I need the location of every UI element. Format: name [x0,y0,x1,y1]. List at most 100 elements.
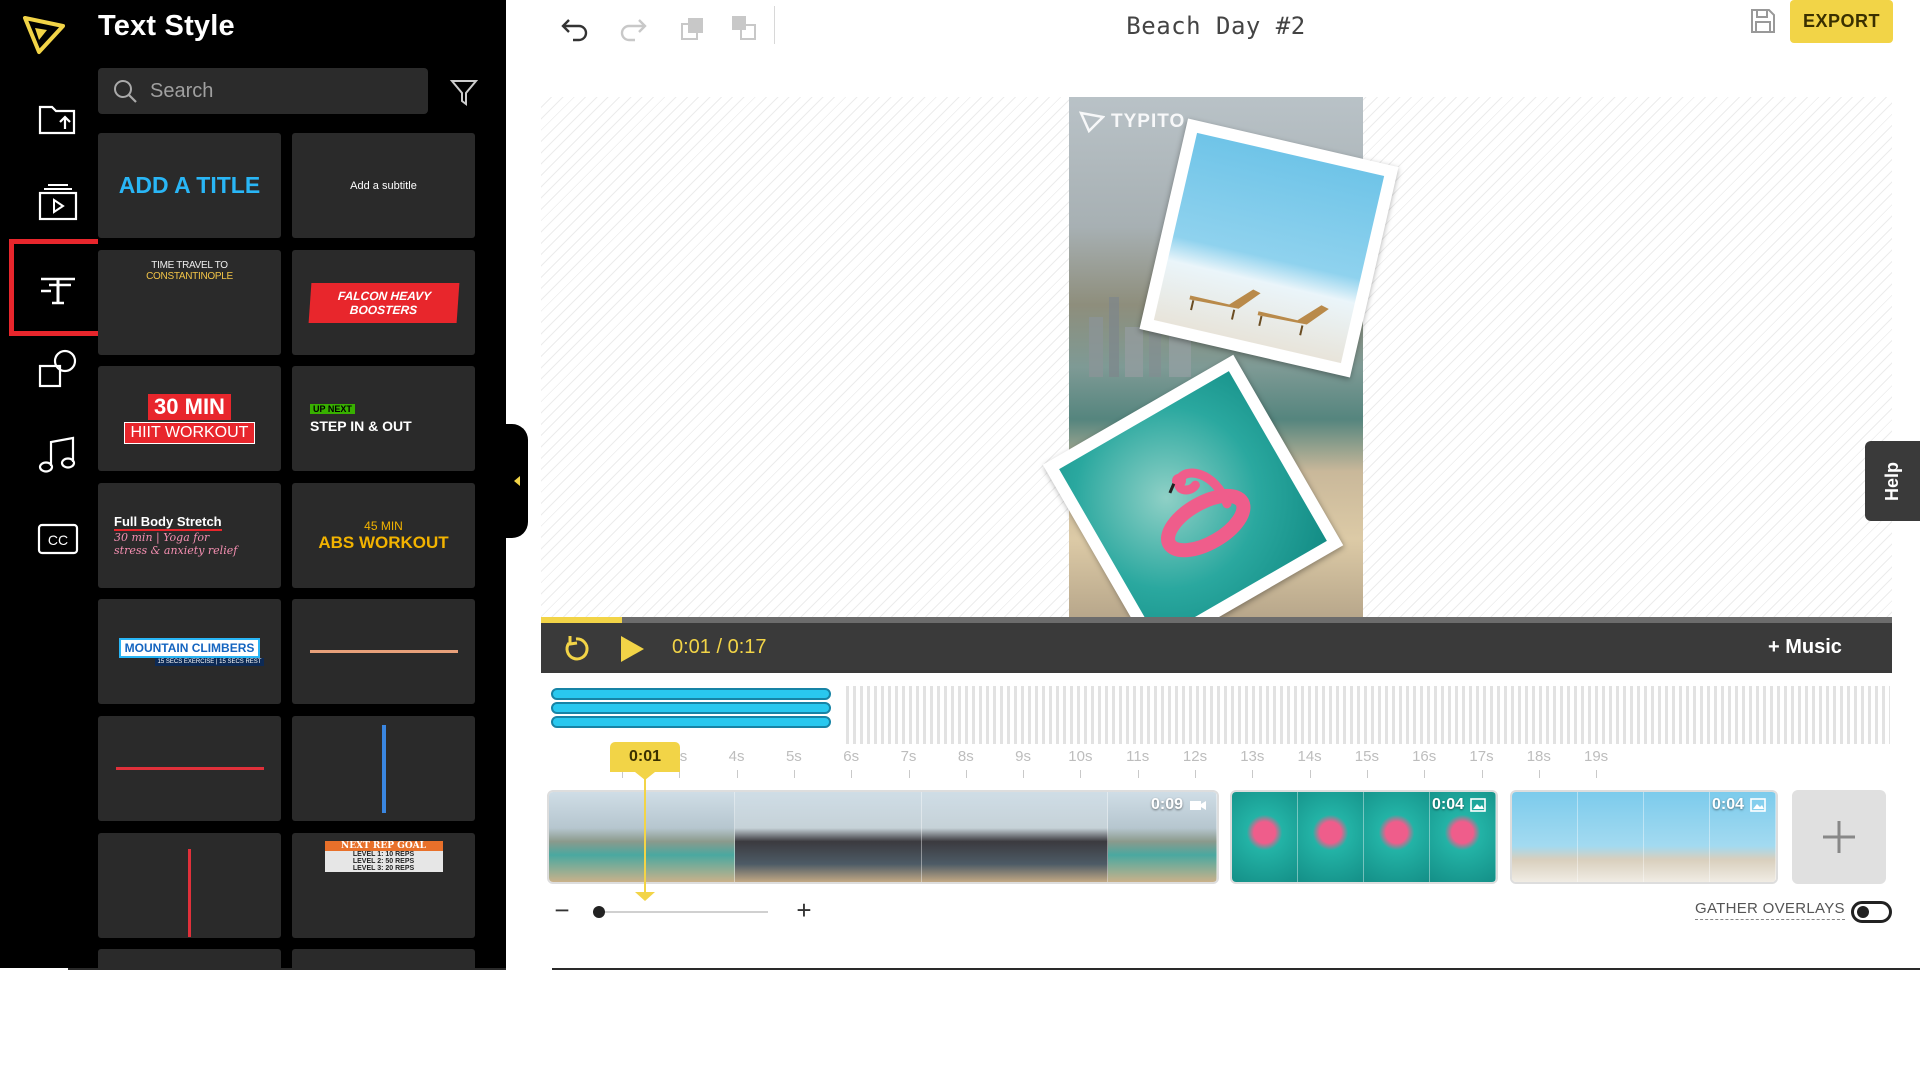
closed-captions-icon: CC [37,523,79,555]
clip-thumbnail [1512,792,1578,882]
tile-text: stress & anxiety relief [114,544,238,557]
ruler-tick-mark [793,770,795,778]
text-style-tile-more[interactable] [98,949,281,968]
ruler-tick-mark [1424,770,1426,778]
zoom-in-button[interactable]: + [794,897,814,923]
text-style-tile-up-next[interactable]: UP NEXT STEP IN & OUT [292,366,475,471]
toolbar-divider [774,6,775,44]
clip-duration-text: 0:04 [1431,796,1464,813]
ruler-tick-mark [1023,770,1025,778]
tile-text: ABS WORKOUT [318,532,449,552]
replay-button[interactable] [556,629,596,669]
search-box[interactable] [98,68,428,114]
project-title[interactable]: Beach Day #2 [1000,12,1432,40]
search-icon [114,80,137,103]
gather-overlays-toggle[interactable] [1851,901,1892,923]
text-style-tile-line-red-vertical[interactable] [98,833,281,938]
help-tab[interactable]: Help [1865,441,1920,521]
play-button[interactable] [612,629,652,669]
text-style-tile-line-red[interactable] [98,716,281,821]
sidebar-item-text[interactable] [9,239,107,336]
clip-image-loungers[interactable]: 0:04 [1510,790,1778,884]
tile-text: BOOSTERS [348,302,418,317]
text-style-tile-abs[interactable]: 45 MIN ABS WORKOUT [292,483,475,588]
redo-icon [620,19,647,42]
ruler-tick-label: 7s [900,748,917,765]
text-style-tile-rep-goal[interactable]: NEXT REP GOAL LEVEL 1: 10 REPS LEVEL 2: … [292,833,475,938]
ruler-tick-mark [1137,770,1139,778]
add-music-button[interactable]: + Music [1768,636,1842,659]
current-time: 0:01 [672,636,711,658]
clip-video-1[interactable]: 0:09 [547,790,1219,884]
clip-thumbnail [921,792,1109,882]
sidebar-item-music[interactable] [10,413,106,497]
tile-text: CONSTANTINOPLE [146,271,233,282]
ruler-tick-mark [1252,770,1254,778]
collapse-panel-button[interactable] [506,424,528,538]
music-note-icon [38,436,76,473]
ruler-tick-mark [1366,770,1368,778]
sidebar-item-captions[interactable]: CC [10,497,106,581]
send-backward-button[interactable] [724,8,764,48]
ruler-tick-label: 15s [1354,748,1379,765]
sun-loungers-graphic [1189,289,1329,336]
save-button[interactable] [1746,4,1780,38]
audio-waveform-track[interactable] [846,686,1890,744]
image-icon [1750,798,1766,812]
filter-button[interactable] [446,74,482,110]
typito-watermark: TYPITO [1079,111,1185,133]
clip-thumbnail [549,792,736,882]
zoom-slider-handle[interactable] [593,906,605,918]
sidebar-item-media[interactable] [10,160,106,244]
tile-text: 30 MIN [148,393,231,420]
text-style-tile-line-orange[interactable] [292,599,475,704]
text-style-tile-more[interactable] [292,949,475,968]
sidebar-item-upload[interactable] [10,76,106,160]
zoom-slider-track[interactable] [598,911,768,913]
media-library-icon [38,184,78,221]
ruler-tick-label: 12s [1182,748,1208,765]
add-clip-button[interactable] [1792,790,1886,884]
ruler-tick-label: 6s [843,748,860,765]
clip-thumbnail [1578,792,1644,882]
typito-logo-icon[interactable] [14,8,74,62]
help-label: Help [1881,461,1902,501]
text-style-tile-falcon-heavy[interactable]: FALCON HEAVY BOOSTERS [292,250,475,355]
text-style-tile-full-body[interactable]: Full Body Stretch 30 min | Yoga for stre… [98,483,281,588]
playhead-time-label[interactable]: 0:01 [610,742,680,772]
bring-forward-button[interactable] [673,8,713,48]
undo-button[interactable] [555,8,595,48]
timeline-ruler[interactable]: 2s3s4s5s6s7s8s9s10s11s12s13s14s15s16s17s… [551,748,1891,782]
zoom-out-button[interactable]: − [552,897,572,923]
search-input[interactable] [150,79,390,103]
ruler-tick-label: 14s [1297,748,1322,765]
plus-icon [1823,821,1855,853]
text-style-panel: Text Style ADD A TITLE Add a subtitle T [98,0,506,968]
text-style-tile-hiit[interactable]: 30 MIN HIIT WORKOUT [98,366,281,471]
text-style-tile-mountain[interactable]: MOUNTAIN CLIMBERS 15 SECS EXERCISE | 15 … [98,599,281,704]
ruler-tick-mark [1080,770,1082,778]
ruler-tick-mark [965,770,967,778]
sidebar-rail: CC [0,0,107,968]
overlay-track-bar[interactable] [551,688,831,700]
clip-image-flamingo[interactable]: 0:04 [1230,790,1498,884]
export-button[interactable]: EXPORT [1790,0,1893,43]
text-style-tile-time-travel[interactable]: TIME TRAVEL TO CONSTANTINOPLE [98,250,281,355]
text-style-tile-add-title[interactable]: ADD A TITLE [98,133,281,238]
tile-text: NEXT REP GOAL [324,841,443,851]
shapes-icon [38,349,77,388]
clip-thumbnail [1644,792,1710,882]
playhead-line[interactable] [644,778,646,896]
tile-text: 30 min | Yoga for [114,531,210,544]
clip-thumbnail [735,792,922,882]
video-editor-app: CC Text Style ADD A TITLE Add a subtitle [0,0,1920,968]
text-style-tile-line-blue-vertical[interactable] [292,716,475,821]
text-style-tile-add-subtitle[interactable]: Add a subtitle [292,133,475,238]
overlay-track-bar[interactable] [551,702,831,714]
replay-icon [565,636,589,661]
tile-text: 45 MIN [364,518,403,533]
overlay-track-bar[interactable] [551,716,831,728]
sidebar-item-shapes[interactable] [10,328,106,412]
time-separator: / [716,636,723,658]
redo-button[interactable] [613,8,653,48]
